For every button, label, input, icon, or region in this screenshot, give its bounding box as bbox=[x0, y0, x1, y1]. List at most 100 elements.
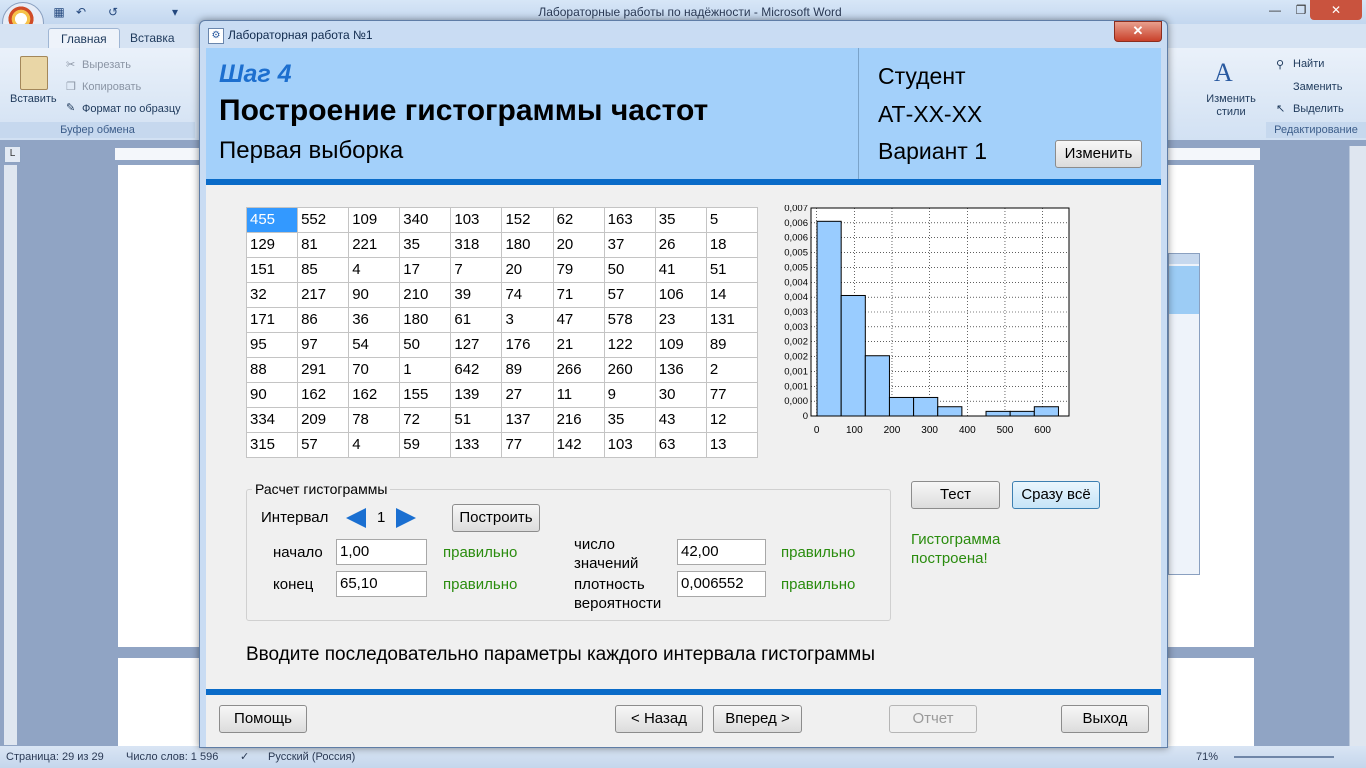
grid-cell[interactable]: 291 bbox=[297, 357, 350, 383]
grid-cell[interactable]: 79 bbox=[552, 257, 605, 283]
help-button[interactable]: Помощь bbox=[219, 705, 307, 733]
grid-cell[interactable]: 61 bbox=[450, 307, 503, 333]
grid-cell[interactable]: 151 bbox=[245, 257, 299, 283]
grid-cell[interactable]: 13 bbox=[705, 432, 759, 458]
grid-cell[interactable]: 89 bbox=[501, 357, 554, 383]
grid-cell[interactable]: 260 bbox=[603, 357, 656, 383]
grid-cell[interactable]: 171 bbox=[245, 307, 299, 333]
change-student-button[interactable]: Изменить bbox=[1055, 140, 1142, 168]
grid-cell[interactable]: 70 bbox=[348, 357, 401, 383]
grid-cell[interactable]: 266 bbox=[552, 357, 605, 383]
grid-cell[interactable]: 4 bbox=[348, 432, 401, 458]
save-icon[interactable]: ▦ bbox=[52, 5, 66, 19]
grid-cell[interactable]: 3 bbox=[501, 307, 554, 333]
grid-cell[interactable]: 455 bbox=[245, 207, 299, 233]
grid-cell[interactable]: 334 bbox=[245, 407, 299, 433]
grid-cell[interactable]: 86 bbox=[297, 307, 350, 333]
grid-cell[interactable]: 37 bbox=[603, 232, 656, 258]
grid-cell[interactable]: 11 bbox=[552, 382, 605, 408]
grid-cell[interactable]: 109 bbox=[348, 207, 401, 233]
grid-cell[interactable]: 50 bbox=[603, 257, 656, 283]
next-interval-icon[interactable] bbox=[396, 508, 416, 528]
grid-cell[interactable]: 4 bbox=[348, 257, 401, 283]
select-button[interactable]: Выделить bbox=[1293, 103, 1344, 115]
prev-interval-icon[interactable] bbox=[346, 508, 366, 528]
grid-cell[interactable]: 14 bbox=[705, 282, 759, 308]
dialog-close-icon[interactable]: ✕ bbox=[1114, 21, 1162, 42]
spellcheck-icon[interactable]: ✓ bbox=[240, 746, 249, 768]
grid-cell[interactable]: 216 bbox=[552, 407, 605, 433]
grid-cell[interactable]: 2 bbox=[705, 357, 759, 383]
grid-cell[interactable]: 103 bbox=[603, 432, 656, 458]
grid-cell[interactable]: 77 bbox=[501, 432, 554, 458]
grid-cell[interactable]: 90 bbox=[348, 282, 401, 308]
grid-cell[interactable]: 217 bbox=[297, 282, 350, 308]
grid-cell[interactable]: 36 bbox=[348, 307, 401, 333]
grid-cell[interactable]: 106 bbox=[654, 282, 707, 308]
grid-cell[interactable]: 17 bbox=[399, 257, 452, 283]
grid-cell[interactable]: 54 bbox=[348, 332, 401, 358]
grid-cell[interactable]: 209 bbox=[297, 407, 350, 433]
sample-data-grid[interactable]: 455 552 109 340 103 152 62 163 35 5 129 81 221 35 318 1… bbox=[245, 207, 759, 458]
grid-cell[interactable]: 32 bbox=[245, 282, 299, 308]
grid-cell[interactable]: 129 bbox=[245, 232, 299, 258]
grid-cell[interactable]: 74 bbox=[501, 282, 554, 308]
grid-cell[interactable]: 340 bbox=[399, 207, 452, 233]
grid-cell[interactable]: 137 bbox=[501, 407, 554, 433]
grid-cell[interactable]: 180 bbox=[399, 307, 452, 333]
grid-cell[interactable]: 103 bbox=[450, 207, 503, 233]
build-button[interactable]: Построить bbox=[452, 504, 540, 532]
report-button[interactable]: Отчет bbox=[889, 705, 977, 733]
word-count[interactable]: Число слов: 1 596 bbox=[126, 746, 218, 768]
paste-button[interactable]: Вставить bbox=[10, 93, 57, 105]
grid-cell[interactable]: 5 bbox=[705, 207, 759, 233]
grid-cell[interactable]: 23 bbox=[654, 307, 707, 333]
language[interactable]: Русский (Россия) bbox=[268, 746, 355, 768]
grid-cell[interactable]: 50 bbox=[399, 332, 452, 358]
grid-cell[interactable]: 162 bbox=[348, 382, 401, 408]
grid-cell[interactable]: 59 bbox=[399, 432, 452, 458]
grid-cell[interactable]: 142 bbox=[552, 432, 605, 458]
grid-cell[interactable]: 90 bbox=[245, 382, 299, 408]
grid-cell[interactable]: 642 bbox=[450, 357, 503, 383]
grid-cell[interactable]: 131 bbox=[705, 307, 759, 333]
grid-cell[interactable]: 162 bbox=[297, 382, 350, 408]
grid-cell[interactable]: 180 bbox=[501, 232, 554, 258]
grid-cell[interactable]: 57 bbox=[603, 282, 656, 308]
grid-cell[interactable]: 51 bbox=[450, 407, 503, 433]
exit-button[interactable]: Выход bbox=[1061, 705, 1149, 733]
grid-cell[interactable]: 81 bbox=[297, 232, 350, 258]
format-painter-button[interactable]: Формат по образцу bbox=[82, 103, 181, 115]
tab-home[interactable]: Главная bbox=[48, 28, 120, 49]
grid-cell[interactable]: 35 bbox=[654, 207, 707, 233]
grid-cell[interactable]: 62 bbox=[552, 207, 605, 233]
grid-cell[interactable]: 78 bbox=[348, 407, 401, 433]
grid-cell[interactable]: 20 bbox=[552, 232, 605, 258]
grid-cell[interactable]: 152 bbox=[501, 207, 554, 233]
cut-button[interactable]: Вырезать bbox=[82, 59, 131, 71]
grid-cell[interactable]: 77 bbox=[705, 382, 759, 408]
grid-cell[interactable]: 127 bbox=[450, 332, 503, 358]
grid-cell[interactable]: 133 bbox=[450, 432, 503, 458]
grid-cell[interactable]: 318 bbox=[450, 232, 503, 258]
grid-cell[interactable]: 552 bbox=[297, 207, 350, 233]
grid-cell[interactable]: 35 bbox=[603, 407, 656, 433]
grid-cell[interactable]: 578 bbox=[603, 307, 656, 333]
grid-cell[interactable]: 88 bbox=[245, 357, 299, 383]
grid-cell[interactable]: 21 bbox=[552, 332, 605, 358]
redo-icon[interactable]: ↺ bbox=[106, 5, 120, 19]
zoom-level[interactable]: 71% bbox=[1196, 746, 1218, 768]
copy-button[interactable]: Копировать bbox=[82, 81, 141, 93]
grid-cell[interactable]: 136 bbox=[654, 357, 707, 383]
count-input[interactable]: 42,00 bbox=[677, 539, 766, 565]
grid-cell[interactable]: 1 bbox=[399, 357, 452, 383]
grid-cell[interactable]: 7 bbox=[450, 257, 503, 283]
grid-cell[interactable]: 163 bbox=[603, 207, 656, 233]
start-input[interactable]: 1,00 bbox=[336, 539, 427, 565]
grid-cell[interactable]: 30 bbox=[654, 382, 707, 408]
tab-selector-icon[interactable]: L bbox=[4, 146, 21, 163]
density-input[interactable]: 0,006552 bbox=[677, 571, 766, 597]
test-button[interactable]: Тест bbox=[911, 481, 1000, 509]
grid-cell[interactable]: 176 bbox=[501, 332, 554, 358]
grid-cell[interactable]: 43 bbox=[654, 407, 707, 433]
